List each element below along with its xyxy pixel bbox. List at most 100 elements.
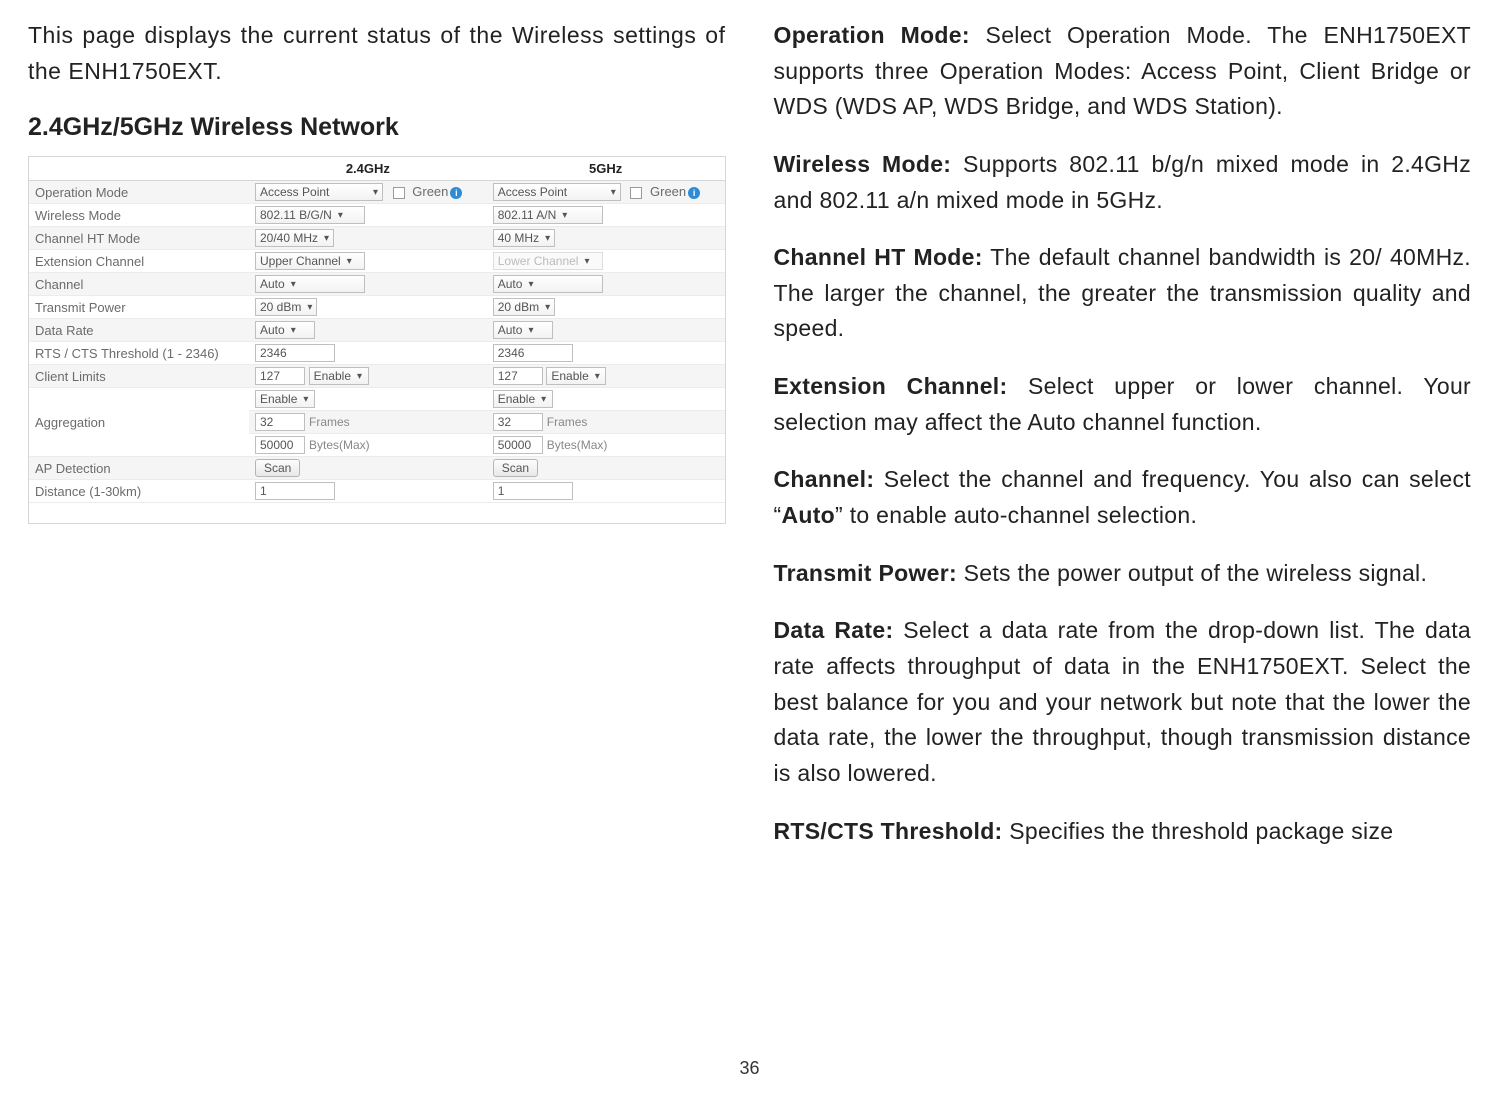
select-clientlimit-enable-24[interactable]: Enable▾: [309, 367, 369, 385]
label-rts: RTS / CTS Threshold (1 - 2346): [29, 342, 249, 365]
chevron-down-icon: ▾: [545, 302, 550, 313]
row-rts: RTS / CTS Threshold (1 - 2346) 2346 2346: [29, 342, 725, 365]
select-ext-5[interactable]: Lower Channel▾: [493, 252, 603, 270]
select-datarate-5[interactable]: Auto▾: [493, 321, 553, 339]
row-operation-mode: Operation Mode Access Point▾ Greeni Acce…: [29, 181, 725, 204]
label-distance: Distance (1-30km): [29, 480, 249, 503]
chevron-down-icon: ▾: [584, 256, 589, 267]
chevron-down-icon: ▾: [324, 233, 329, 244]
select-agg-enable-5[interactable]: Enable▾: [493, 390, 553, 408]
lead-wmode: Wireless Mode:: [774, 151, 952, 177]
input-agg-frames-24[interactable]: 32: [255, 413, 305, 431]
select-agg-enable-24[interactable]: Enable▾: [255, 390, 315, 408]
col-24ghz: 2.4GHz: [249, 157, 487, 181]
info-icon: i: [688, 187, 700, 199]
unit-frames-5: Frames: [547, 415, 588, 429]
select-datarate-24[interactable]: Auto▾: [255, 321, 315, 339]
chevron-down-icon: ▾: [373, 187, 378, 198]
text-txpower: Sets the power output of the wireless si…: [957, 560, 1427, 586]
text-channel-bold: Auto: [781, 502, 835, 528]
label-wireless-mode: Wireless Mode: [29, 204, 249, 227]
input-distance-5[interactable]: 1: [493, 482, 573, 500]
chevron-down-icon: ▾: [291, 325, 296, 336]
two-column-layout: This page displays the current status of…: [28, 18, 1471, 871]
input-agg-bytes-24[interactable]: 50000: [255, 436, 305, 454]
right-column: Operation Mode: Select Operation Mode. T…: [774, 18, 1472, 871]
section-heading: 2.4GHz/5GHz Wireless Network: [28, 113, 726, 142]
input-clientlimit-24[interactable]: 127: [255, 367, 305, 385]
label-ap-detection: AP Detection: [29, 457, 249, 480]
settings-table: 2.4GHz 5GHz Operation Mode Access Point▾…: [29, 157, 725, 503]
lead-op-mode: Operation Mode:: [774, 22, 970, 48]
input-agg-bytes-5[interactable]: 50000: [493, 436, 543, 454]
label-tx-power: Transmit Power: [29, 296, 249, 319]
row-tx-power: Transmit Power 20 dBm▾ 20 dBm▾: [29, 296, 725, 319]
input-rts-5[interactable]: 2346: [493, 344, 573, 362]
para-wireless-mode: Wireless Mode: Supports 802.11 b/g/n mix…: [774, 147, 1472, 218]
green-label-24: Green: [412, 184, 448, 199]
lead-rts: RTS/CTS Threshold:: [774, 818, 1003, 844]
input-agg-frames-5[interactable]: 32: [493, 413, 543, 431]
para-channel: Channel: Select the channel and frequenc…: [774, 462, 1472, 533]
select-channel-24[interactable]: Auto▾: [255, 275, 365, 293]
left-column: This page displays the current status of…: [28, 18, 726, 871]
scan-button-5[interactable]: Scan: [493, 459, 538, 477]
select-txpower-5[interactable]: 20 dBm▾: [493, 298, 555, 316]
green-label-5: Green: [650, 184, 686, 199]
checkbox-green-5[interactable]: [630, 187, 642, 199]
input-rts-24[interactable]: 2346: [255, 344, 335, 362]
row-ext-channel: Extension Channel Upper Channel▾ Lower C…: [29, 250, 725, 273]
row-client-limits: Client Limits 127 Enable▾ 127 Enable▾: [29, 365, 725, 388]
chevron-down-icon: ▾: [291, 279, 296, 290]
row-distance: Distance (1-30km) 1 1: [29, 480, 725, 503]
select-clientlimit-enable-5[interactable]: Enable▾: [546, 367, 606, 385]
select-opmode-24[interactable]: Access Point▾: [255, 183, 383, 201]
page-number: 36: [739, 1058, 759, 1079]
chevron-down-icon: ▾: [562, 210, 567, 221]
unit-bytes-24: Bytes(Max): [309, 438, 370, 452]
chevron-down-icon: ▾: [357, 371, 362, 382]
label-ext-channel: Extension Channel: [29, 250, 249, 273]
select-wmode-24[interactable]: 802.11 B/G/N▾: [255, 206, 365, 224]
text-rts: Specifies the threshold package size: [1003, 818, 1394, 844]
select-ht-24[interactable]: 20/40 MHz▾: [255, 229, 334, 247]
chevron-down-icon: ▾: [545, 233, 550, 244]
settings-screenshot: 2.4GHz 5GHz Operation Mode Access Point▾…: [28, 156, 726, 524]
lead-htmode: Channel HT Mode:: [774, 244, 983, 270]
para-ht-mode: Channel HT Mode: The default channel ban…: [774, 240, 1472, 347]
row-channel: Channel Auto▾ Auto▾: [29, 273, 725, 296]
label-operation-mode: Operation Mode: [29, 181, 249, 204]
chevron-down-icon: ▾: [307, 302, 312, 313]
col-blank: [29, 157, 249, 181]
input-clientlimit-5[interactable]: 127: [493, 367, 543, 385]
chevron-down-icon: ▾: [595, 371, 600, 382]
table-header-row: 2.4GHz 5GHz: [29, 157, 725, 181]
lead-datarate: Data Rate:: [774, 617, 894, 643]
row-ap-detection: AP Detection Scan Scan: [29, 457, 725, 480]
para-ext-channel: Extension Channel: Select upper or lower…: [774, 369, 1472, 440]
lead-txpower: Transmit Power:: [774, 560, 957, 586]
select-ext-24[interactable]: Upper Channel▾: [255, 252, 365, 270]
para-operation-mode: Operation Mode: Select Operation Mode. T…: [774, 18, 1472, 125]
input-distance-24[interactable]: 1: [255, 482, 335, 500]
lead-extch: Extension Channel:: [774, 373, 1008, 399]
select-wmode-5[interactable]: 802.11 A/N▾: [493, 206, 603, 224]
text-channel-post: ” to enable auto-channel selection.: [835, 502, 1197, 528]
row-data-rate: Data Rate Auto▾ Auto▾: [29, 319, 725, 342]
row-ht-mode: Channel HT Mode 20/40 MHz▾ 40 MHz▾: [29, 227, 725, 250]
label-ht-mode: Channel HT Mode: [29, 227, 249, 250]
select-opmode-5[interactable]: Access Point▾: [493, 183, 621, 201]
para-rts: RTS/CTS Threshold: Specifies the thresho…: [774, 814, 1472, 850]
row-aggregation-enable: Aggregation Enable▾ Enable▾: [29, 388, 725, 411]
chevron-down-icon: ▾: [541, 394, 546, 405]
scan-button-24[interactable]: Scan: [255, 459, 300, 477]
select-txpower-24[interactable]: 20 dBm▾: [255, 298, 317, 316]
chevron-down-icon: ▾: [528, 325, 533, 336]
row-wireless-mode: Wireless Mode 802.11 B/G/N▾ 802.11 A/N▾: [29, 204, 725, 227]
select-ht-5[interactable]: 40 MHz▾: [493, 229, 555, 247]
page: This page displays the current status of…: [0, 0, 1499, 1097]
checkbox-green-24[interactable]: [393, 187, 405, 199]
select-channel-5[interactable]: Auto▾: [493, 275, 603, 293]
unit-bytes-5: Bytes(Max): [547, 438, 608, 452]
para-data-rate: Data Rate: Select a data rate from the d…: [774, 613, 1472, 791]
